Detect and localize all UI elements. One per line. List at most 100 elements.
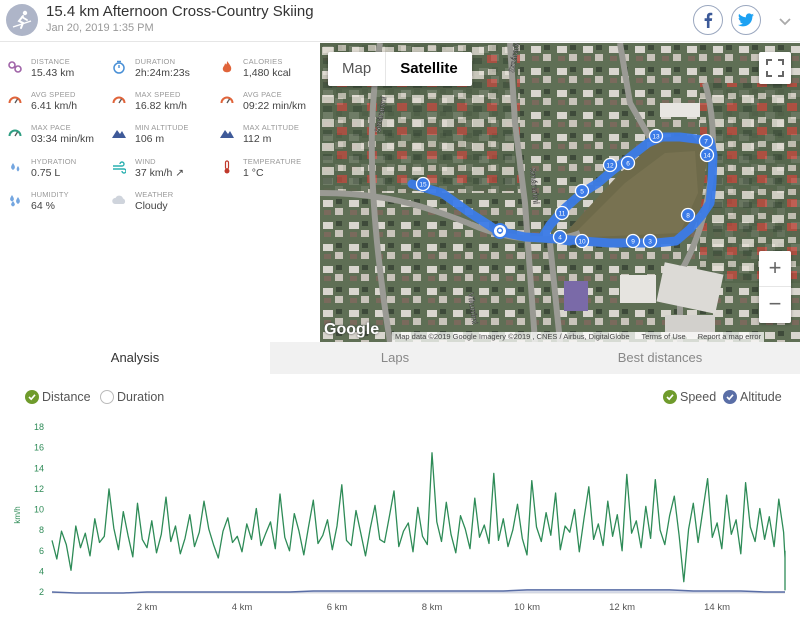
speedometer-icon [8, 129, 22, 137]
stat-distance: DISTANCE 15.43 km [0, 49, 105, 79]
stat-label: MAX PACE [31, 123, 71, 132]
y-tick-label: 6 [39, 546, 44, 556]
marker-label: 5 [580, 189, 584, 196]
marker-label: 14 [703, 153, 711, 160]
facebook-icon [704, 12, 713, 28]
altitude-toggle[interactable]: Altitude [723, 389, 782, 405]
start-pin-icon[interactable] [492, 223, 508, 239]
tab-laps[interactable]: Laps [270, 342, 520, 374]
stat-avg-speed: AVG SPEED 6.41 km/h [0, 82, 105, 112]
x-tick-label: 2 km [137, 602, 158, 613]
route-km-marker[interactable]: 14 [699, 147, 715, 163]
map-attribution: Map data ©2019 Google Imagery ©2019 , CN… [392, 332, 765, 342]
stat-min-altitude: MIN ALTITUDE 106 m [104, 115, 209, 145]
activity-header: 15.4 km Afternoon Cross-Country Skiing J… [0, 0, 800, 42]
stat-label: TEMPERATURE [243, 157, 302, 166]
twitter-share-button[interactable] [731, 5, 761, 35]
wind-icon [113, 161, 126, 174]
map-type-satellite-button[interactable]: Satellite [385, 52, 472, 86]
stat-wind: WIND 37 km/h ↗ [104, 149, 209, 179]
speed-label: Speed [680, 390, 717, 404]
route-km-marker[interactable]: 10 [574, 233, 590, 249]
marker-label: 12 [606, 163, 614, 170]
satellite-imagery[interactable]: 3456789101112131415 Smárarimi Smárarimi … [320, 43, 800, 342]
route-km-marker[interactable]: 15 [415, 176, 431, 192]
speedometer-icon [220, 96, 234, 104]
route-km-marker[interactable]: 4 [552, 229, 568, 245]
stat-value: 2h:24m:23s [135, 67, 190, 79]
altitude-label: Altitude [740, 390, 782, 404]
x-tick-label: 8 km [422, 602, 443, 613]
route-km-marker[interactable]: 11 [554, 205, 570, 221]
stats-panel: DISTANCE 15.43 km DURATION 2h:24m:23s CALORI… [0, 43, 320, 341]
marker-label: 9 [631, 239, 635, 246]
speed-line [51, 452, 786, 591]
stat-value: 6.41 km/h [31, 100, 78, 112]
route-km-marker[interactable]: 5 [574, 183, 590, 199]
stat-value: 0.75 L [31, 167, 61, 179]
stat-label: MAX ALTITUDE [243, 123, 300, 132]
radio-empty-icon [100, 390, 114, 404]
mountain-icon [112, 130, 126, 138]
y-axis-label: km/h [13, 506, 22, 523]
skier-avatar-icon [6, 4, 38, 36]
speedometer-icon [8, 96, 22, 104]
route-map[interactable]: 3 4 5 6 7 8 9 10 11 12 13 14 15 Smárarimi Smárarimi … [320, 43, 800, 342]
y-tick-label: 10 [34, 505, 44, 515]
report-map-error-link[interactable]: Report a map error [698, 332, 761, 342]
stat-value: 1 °C [243, 167, 264, 179]
duration-toggle[interactable]: Duration [100, 389, 164, 405]
stat-temperature: TEMPERATURE 1 °C [212, 149, 317, 179]
stat-value: Cloudy [135, 200, 168, 212]
route-km-marker[interactable]: 12 [602, 157, 618, 173]
fullscreen-button[interactable] [759, 52, 791, 84]
speed-toggle[interactable]: Speed [663, 389, 716, 405]
distance-toggle[interactable]: Distance [25, 389, 91, 405]
zoom-out-button[interactable]: − [759, 287, 791, 323]
thermometer-icon [224, 160, 230, 174]
humidity-icon [10, 195, 20, 207]
tab-best-distances[interactable]: Best distances [520, 342, 800, 374]
distance-icon [8, 61, 22, 73]
route-km-marker[interactable]: 6 [620, 155, 636, 171]
fullscreen-icon [766, 59, 784, 77]
stat-label: MAX SPEED [135, 90, 181, 99]
check-icon [25, 390, 39, 404]
stat-calories: CALORIES 1,480 kcal [212, 49, 317, 79]
twitter-icon [738, 13, 754, 27]
chevron-down-icon[interactable] [776, 12, 794, 30]
cloud-icon [112, 195, 126, 204]
map-type-toggle: Map Satellite [328, 52, 472, 86]
stat-value: 112 m [243, 133, 272, 145]
stopwatch-icon [113, 60, 125, 74]
marker-label: 10 [578, 239, 586, 246]
route-km-marker[interactable]: 8 [680, 207, 696, 223]
tab-analysis[interactable]: Analysis [0, 342, 270, 374]
y-tick-label: 18 [34, 422, 44, 432]
stat-label: AVG SPEED [31, 90, 76, 99]
speed-altitude-chart[interactable]: km/h 2 4 6 8 10 12 14 16 18 2 km 4 km 6 km 8 km 10 k… [0, 415, 800, 624]
route-km-marker[interactable]: 9 [625, 233, 641, 249]
stat-max-speed: MAX SPEED 16.82 km/h [104, 82, 209, 112]
duration-label: Duration [117, 390, 165, 404]
x-tick-label: 10 km [514, 602, 540, 613]
y-tick-label: 14 [34, 463, 44, 473]
route-km-marker[interactable]: 13 [648, 128, 664, 144]
terms-of-use-link[interactable]: Terms of Use [642, 332, 686, 342]
stat-value: 64 % [31, 200, 55, 212]
marker-label: 6 [626, 161, 630, 168]
route-km-marker[interactable]: 7 [698, 133, 714, 149]
stat-label: WIND [135, 157, 156, 166]
route-km-marker[interactable]: 3 [642, 233, 658, 249]
distance-label: Distance [42, 390, 91, 404]
map-type-map-button[interactable]: Map [328, 52, 385, 86]
marker-label: 13 [652, 134, 660, 141]
zoom-in-button[interactable]: + [759, 251, 791, 287]
water-drops-icon [11, 163, 20, 172]
y-tick-label: 2 [39, 587, 44, 597]
activity-title: 15.4 km Afternoon Cross-Country Skiing [46, 3, 314, 20]
activity-date: Jan 20, 2019 1:35 PM [46, 22, 154, 34]
speedometer-icon [112, 96, 126, 104]
facebook-share-button[interactable] [693, 5, 723, 35]
stat-value: 16.82 km/h [135, 100, 187, 112]
